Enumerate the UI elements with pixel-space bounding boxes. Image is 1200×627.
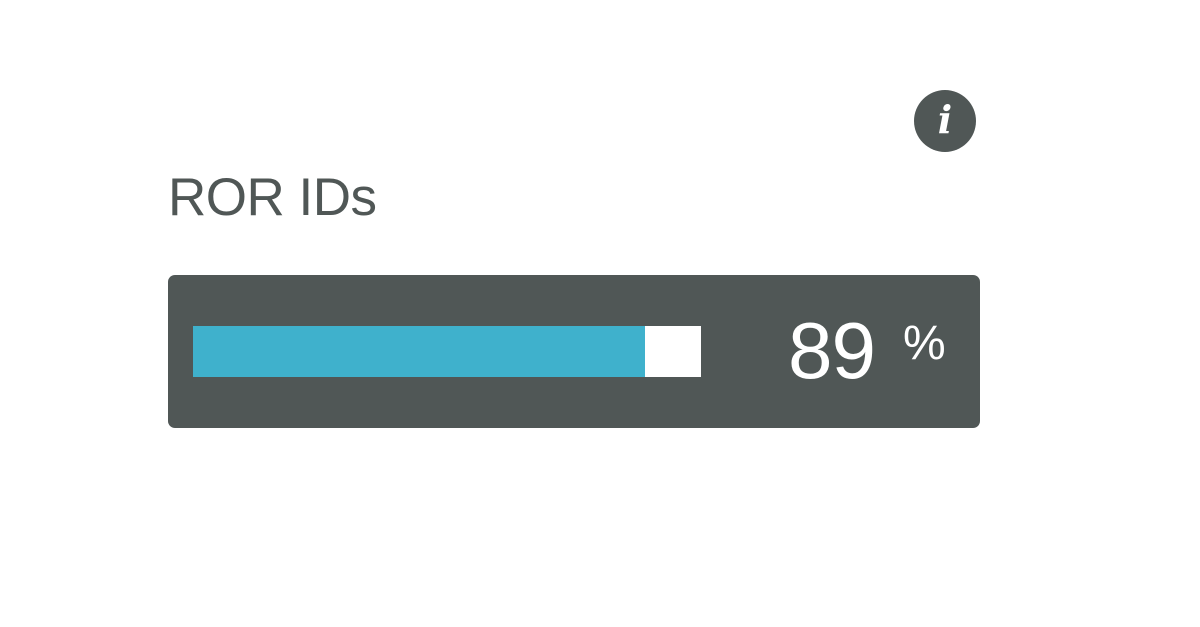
percent-sign: % [903, 317, 946, 370]
metric-title: ROR IDs [168, 168, 377, 227]
info-icon-glyph: i [937, 97, 953, 142]
info-icon[interactable]: i [914, 90, 976, 152]
progress-panel: 89 % [168, 275, 980, 428]
progress-fill [193, 326, 646, 377]
percent-value: 89 [788, 306, 876, 395]
progress-track [193, 326, 701, 377]
